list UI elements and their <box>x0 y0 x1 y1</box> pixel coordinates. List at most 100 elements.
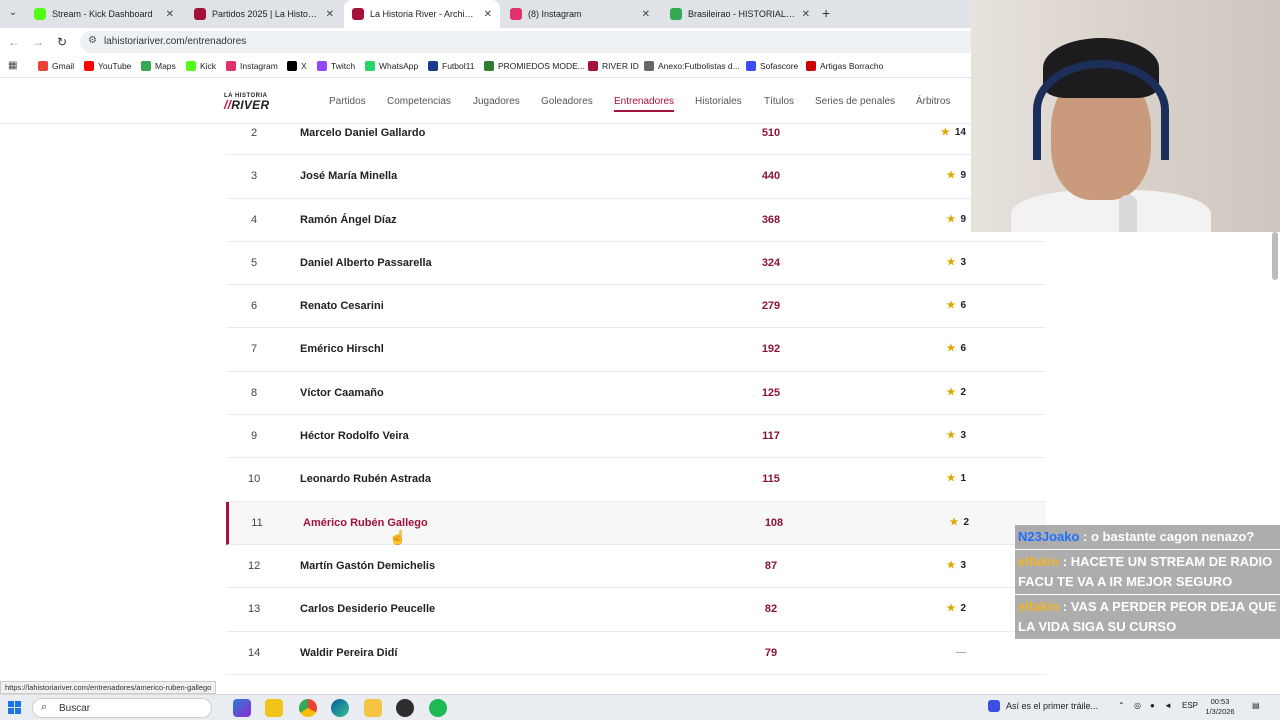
bookmark-youtube[interactable]: YouTube <box>84 61 131 71</box>
table-row[interactable]: 14 Waldir Pereira Didí 79 — <box>226 632 1046 675</box>
table-row[interactable]: 13 Carlos Desiderio Peucelle 82 ★ 2 <box>226 588 1046 632</box>
url-field[interactable]: ⚙ lahistoriariver.com/entrenadores <box>80 31 980 53</box>
coach-name-link[interactable]: Leonardo Rubén Astrada <box>300 473 431 485</box>
clock-time: 00:53 <box>1210 697 1230 706</box>
coach-name-link[interactable]: Daniel Alberto Passarella <box>300 257 432 269</box>
menu-competencias[interactable]: Competencias <box>387 96 451 107</box>
microphone-icon[interactable]: ● <box>1150 701 1155 710</box>
table-row[interactable]: 9 Héctor Rodolfo Veira 117 ★ 3 <box>226 415 1046 459</box>
table-row[interactable]: 7 Emérico Hirschl 192 ★ 6 <box>226 328 1046 372</box>
close-icon[interactable]: ✕ <box>484 9 492 20</box>
coach-name-link[interactable]: Víctor Caamaño <box>300 387 384 399</box>
table-row[interactable]: 8 Víctor Caamaño 125 ★ 2 <box>226 372 1046 416</box>
menu-entrenadores[interactable]: Entrenadores <box>614 96 675 112</box>
notification-icon[interactable]: ▤ <box>1252 701 1260 710</box>
search-icon: ⌕ <box>41 701 48 713</box>
bookmark-instagram[interactable]: Instagram <box>226 61 278 71</box>
menu-arbitros[interactable]: Árbitros <box>916 96 950 107</box>
close-icon[interactable]: ✕ <box>642 9 650 20</box>
bookmark-x[interactable]: X <box>287 61 307 71</box>
back-icon[interactable]: ← <box>6 34 22 50</box>
coach-name-link[interactable]: Marcelo Daniel Gallardo <box>300 127 425 139</box>
titles-count: 1 <box>960 473 966 485</box>
bookmark-futbol11[interactable]: Futbol11 <box>428 61 474 71</box>
table-row[interactable]: 10 Leonardo Rubén Astrada 115 ★ 1 <box>226 458 1046 502</box>
tab-title: (8) Instagram <box>528 9 582 19</box>
tab-partidos[interactable]: Partidos 2025 | La Historia River ✕ <box>186 0 342 28</box>
edge-icon[interactable] <box>331 699 349 717</box>
obs-icon[interactable] <box>396 699 414 717</box>
bookmark-promiedos[interactable]: PROMIEDOS MODE... <box>484 61 585 71</box>
table-row[interactable]: 3 José María Minella 440 ★ 9 <box>226 155 1046 199</box>
url-text[interactable]: lahistoriariver.com/entrenadores <box>104 36 246 47</box>
rank-cell: 2 <box>250 127 258 139</box>
bookmark-river-id[interactable]: RIVER ID <box>588 61 639 71</box>
star-icon: ★ <box>946 343 956 355</box>
coach-name-link[interactable]: Ramón Ángel Díaz <box>300 214 397 226</box>
close-icon[interactable]: ✕ <box>166 9 174 20</box>
menu-series-penales[interactable]: Series de penales <box>815 96 895 107</box>
coach-name-link[interactable]: Héctor Rodolfo Veira <box>300 430 409 442</box>
bookmark-artigas[interactable]: Artigas Borracho <box>806 61 883 71</box>
coach-name-link[interactable]: Waldir Pereira Didí <box>300 647 397 659</box>
spotify-icon[interactable] <box>429 699 447 717</box>
bookmark-wikipedia[interactable]: Anexo:Futbolistas d... <box>644 61 740 71</box>
clock[interactable]: 00:53 1/3/2026 <box>1200 697 1240 717</box>
site-logo[interactable]: LA HISTORIA //RIVER <box>224 93 269 112</box>
table-row[interactable]: 4 Ramón Ángel Díaz 368 ★ 9 <box>226 199 1046 242</box>
chat-username: N23Joako <box>1018 529 1080 544</box>
apps-grid-icon[interactable]: ▦ <box>8 60 17 71</box>
bookmark-gmail[interactable]: Gmail <box>38 61 74 71</box>
chevron-up-icon[interactable]: ⌃ <box>1118 701 1125 710</box>
tab-brasileirao[interactable]: Brasileirao - HISTORIALES FUTE ✕ <box>662 0 818 28</box>
copilot-icon[interactable] <box>233 699 251 717</box>
tab-search-icon[interactable]: ⌄ <box>4 4 22 22</box>
bookmark-whatsapp[interactable]: WhatsApp <box>365 61 418 71</box>
news-widget[interactable]: Así es el primer tráile... <box>988 700 1098 712</box>
menu-partidos[interactable]: Partidos <box>329 96 366 107</box>
coach-name-link[interactable]: Renato Cesarini <box>300 300 384 312</box>
bookmark-sofascore[interactable]: Sofascore <box>746 61 798 71</box>
bookmark-maps[interactable]: Maps <box>141 61 176 71</box>
youtube-icon <box>84 61 94 71</box>
file-manager-icon[interactable] <box>265 699 283 717</box>
chrome-icon[interactable] <box>299 699 317 717</box>
close-icon[interactable]: ✕ <box>326 9 334 20</box>
titles-cell: ★ 14 <box>926 127 966 138</box>
menu-goleadores[interactable]: Goleadores <box>541 96 593 107</box>
close-icon[interactable]: ✕ <box>802 9 810 20</box>
windows-start-icon[interactable] <box>8 701 22 715</box>
site-info-icon[interactable]: ⚙ <box>88 35 97 46</box>
menu-jugadores[interactable]: Jugadores <box>473 96 520 107</box>
table-row[interactable]: 6 Renato Cesarini 279 ★ 6 <box>226 285 1046 329</box>
tab-instagram[interactable]: (8) Instagram ✕ <box>502 0 658 28</box>
menu-historiales[interactable]: Historiales <box>695 96 742 107</box>
coach-name-link[interactable]: Américo Rubén Gallego <box>303 517 428 529</box>
tab-kick-dashboard[interactable]: Stream - Kick Dashboard ✕ <box>26 0 182 28</box>
menu-titulos[interactable]: Títulos <box>764 96 794 107</box>
taskbar-search-input[interactable]: ⌕ Buscar <box>32 698 212 718</box>
coach-name-link[interactable]: Emérico Hirschl <box>300 343 384 355</box>
coach-name-link[interactable]: José María Minella <box>300 170 397 182</box>
gmail-icon <box>38 61 48 71</box>
table-row[interactable]: 11 Américo Rubén Gallego 108 ★ 2 <box>226 501 1046 545</box>
sheets-icon <box>670 8 682 20</box>
folder-icon[interactable] <box>364 699 382 717</box>
rank-cell: 3 <box>250 170 258 183</box>
network-icon[interactable]: ◎ <box>1134 701 1141 710</box>
bookmark-kick[interactable]: Kick <box>186 61 216 71</box>
table-row[interactable]: 5 Daniel Alberto Passarella 324 ★ 3 <box>226 242 1046 286</box>
bookmark-twitch[interactable]: Twitch <box>317 61 355 71</box>
new-tab-button[interactable]: + <box>822 5 830 21</box>
chat-message: elfakin : HACETE UN STREAM DE RADIO FACU… <box>1015 550 1280 594</box>
coach-name-link[interactable]: Martín Gastón Demichelis <box>300 560 435 572</box>
rank-cell: 12 <box>248 559 261 572</box>
forward-icon[interactable]: → <box>30 34 46 50</box>
tab-archivo[interactable]: La Historia River - Archivo completo ✕ <box>344 0 500 28</box>
table-row[interactable]: 12 Martín Gastón Demichelis 87 ★ 3 <box>226 545 1046 589</box>
coach-name-link[interactable]: Carlos Desiderio Peucelle <box>300 603 435 615</box>
reload-icon[interactable]: ↻ <box>54 34 70 50</box>
page-scrollbar[interactable] <box>1272 232 1278 280</box>
volume-icon[interactable]: ◄ <box>1164 701 1172 710</box>
language-indicator[interactable]: ESP <box>1182 701 1198 710</box>
